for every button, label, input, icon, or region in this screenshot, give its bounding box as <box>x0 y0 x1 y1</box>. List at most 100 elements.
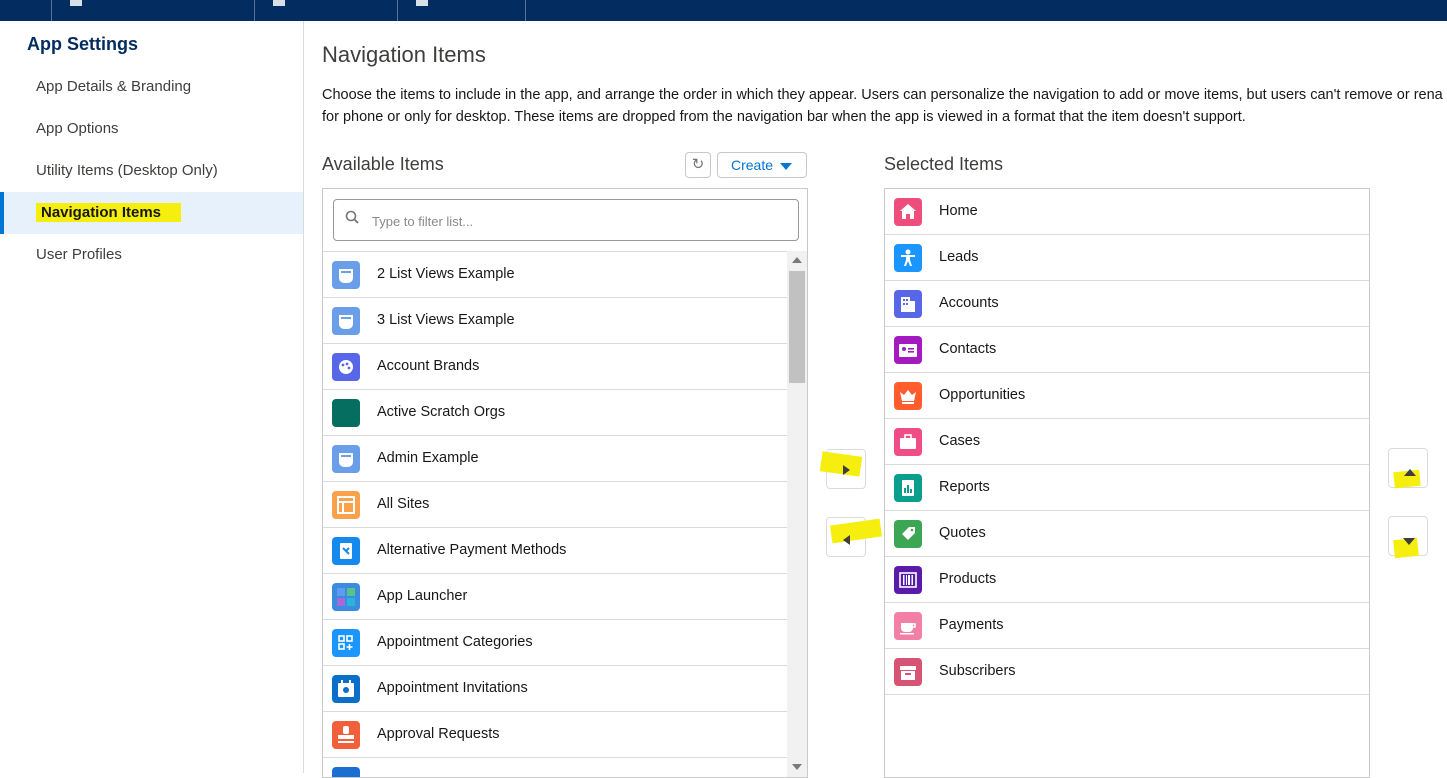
page-description: Choose the items to include in the app, … <box>322 84 1447 128</box>
list-item[interactable]: Admin Example <box>323 436 787 482</box>
list-item-label: Accounts <box>939 295 999 311</box>
list-item[interactable]: Appointment Categories <box>323 620 787 666</box>
list-item[interactable]: Appointment Invitations <box>323 666 787 712</box>
palette-icon <box>332 353 360 381</box>
list-item-label: Opportunities <box>939 387 1026 403</box>
filter-input[interactable] <box>370 208 774 234</box>
list-item[interactable]: Leads <box>885 235 1369 281</box>
subscriber-icon <box>894 658 922 686</box>
list-item[interactable]: All Sites <box>323 482 787 528</box>
list-item-label: Leads <box>939 249 979 265</box>
list-item-label: 3 List Views Example <box>377 312 515 328</box>
quote-icon <box>894 520 922 548</box>
list-item-label: Payments <box>939 617 1004 633</box>
list-item-label: Alternative Payment Methods <box>377 542 567 558</box>
sidebar-item-user-profiles[interactable]: User Profiles <box>0 234 303 276</box>
list-item[interactable]: Alternative Payment Methods <box>323 528 787 574</box>
create-button-label: Create <box>731 157 774 173</box>
list-item[interactable] <box>323 758 787 777</box>
list-item-label: Products <box>939 571 997 587</box>
list-item[interactable]: 3 List Views Example <box>323 298 787 344</box>
list-item[interactable]: Account Brands <box>323 344 787 390</box>
appointment-invitation-icon <box>332 675 360 703</box>
list-item-label: Subscribers <box>939 663 1016 679</box>
list-item-label: Admin Example <box>377 450 479 466</box>
list-item[interactable]: Quotes <box>885 511 1369 557</box>
selected-items-listbox: Home Leads Accounts Contacts Opportunities Ca… <box>884 188 1370 778</box>
available-items-list: 2 List Views Example 3 List Views Example… <box>323 251 787 777</box>
list-item-label: Contacts <box>939 341 997 357</box>
sidebar-item-app-options[interactable]: App Options <box>0 108 303 150</box>
list-item-label: Active Scratch Orgs <box>377 404 506 420</box>
move-down-button[interactable] <box>1388 516 1428 559</box>
contact-icon <box>894 336 922 364</box>
refresh-button[interactable]: ↻ <box>685 152 711 178</box>
list-item-label: Quotes <box>939 525 986 541</box>
move-up-button[interactable] <box>1388 448 1428 489</box>
product-icon <box>894 566 922 594</box>
app-launcher-icon <box>332 583 360 611</box>
sidebar-item-label: Navigation Items <box>36 203 182 222</box>
scrollbar[interactable] <box>787 251 807 777</box>
list-item[interactable]: Accounts <box>885 281 1369 327</box>
list-item-label: All Sites <box>377 496 430 512</box>
list-item[interactable]: Subscribers <box>885 649 1369 695</box>
chevron-down-icon <box>780 163 792 170</box>
create-button[interactable]: Create <box>717 152 807 178</box>
filter-field[interactable] <box>333 199 799 241</box>
scroll-up-arrow[interactable] <box>792 257 802 263</box>
sidebar-item-app-details[interactable]: App Details & Branding <box>0 66 303 108</box>
list-item[interactable]: Opportunities <box>885 373 1369 419</box>
custom-object-icon <box>332 261 360 289</box>
highlight-mark <box>819 451 863 477</box>
description-line-1: Choose the items to include in the app, … <box>322 87 1443 103</box>
search-icon <box>345 210 359 224</box>
list-item[interactable]: 2 List Views Example <box>323 252 787 298</box>
sidebar-item-label: User Profiles <box>36 246 122 263</box>
custom-object-icon <box>332 445 360 473</box>
sidebar-item-navigation-items[interactable]: Navigation Items <box>0 192 303 234</box>
account-icon <box>894 290 922 318</box>
lead-icon <box>894 244 922 272</box>
available-items-label: Available Items <box>322 154 444 174</box>
sidebar-item-label: App Options <box>36 120 119 137</box>
chevron-up-icon <box>1404 469 1416 476</box>
selected-items-label: Selected Items <box>884 154 1004 174</box>
move-to-selected-button[interactable] <box>819 449 866 489</box>
move-to-available-button[interactable] <box>826 517 883 557</box>
chevron-right-icon <box>843 465 850 475</box>
top-tab-3[interactable] <box>397 0 526 21</box>
case-icon <box>894 428 922 456</box>
sidebar-item-label: App Details & Branding <box>36 78 192 95</box>
payment-icon <box>894 612 922 640</box>
sidebar-item-utility-items[interactable]: Utility Items (Desktop Only) <box>0 150 303 192</box>
scroll-down-arrow[interactable] <box>792 764 802 770</box>
custom-object-icon <box>332 307 360 335</box>
selected-items-list: Home Leads Accounts Contacts Opportunities Ca… <box>885 189 1369 695</box>
list-item[interactable]: Active Scratch Orgs <box>323 390 787 436</box>
top-tab-2[interactable] <box>254 0 398 21</box>
settings-sidebar: App Settings App Details & Branding App … <box>0 21 304 773</box>
description-line-2: for phone or only for desktop. These ite… <box>322 109 1246 125</box>
list-item[interactable]: Cases <box>885 419 1369 465</box>
list-item-label: Appointment Invitations <box>377 680 528 696</box>
list-item[interactable]: Payments <box>885 603 1369 649</box>
page-icon <box>416 0 428 6</box>
list-item[interactable]: App Launcher <box>323 574 787 620</box>
list-item-label: Reports <box>939 479 990 495</box>
list-item[interactable]: Reports <box>885 465 1369 511</box>
list-item-label: App Launcher <box>377 588 468 604</box>
top-tab-1[interactable] <box>51 0 255 21</box>
list-item[interactable]: Approval Requests <box>323 712 787 758</box>
scrollbar-thumb[interactable] <box>789 271 805 383</box>
approval-icon <box>332 721 360 749</box>
appointment-categories-icon <box>332 629 360 657</box>
settings-icon <box>273 0 285 6</box>
list-item[interactable]: Products <box>885 557 1369 603</box>
app-icon <box>70 0 82 6</box>
sidebar-item-label: Utility Items (Desktop Only) <box>36 162 218 179</box>
list-item[interactable]: Home <box>885 189 1369 235</box>
list-item-label: Home <box>939 203 978 219</box>
list-item[interactable]: Contacts <box>885 327 1369 373</box>
layout-icon <box>332 491 360 519</box>
